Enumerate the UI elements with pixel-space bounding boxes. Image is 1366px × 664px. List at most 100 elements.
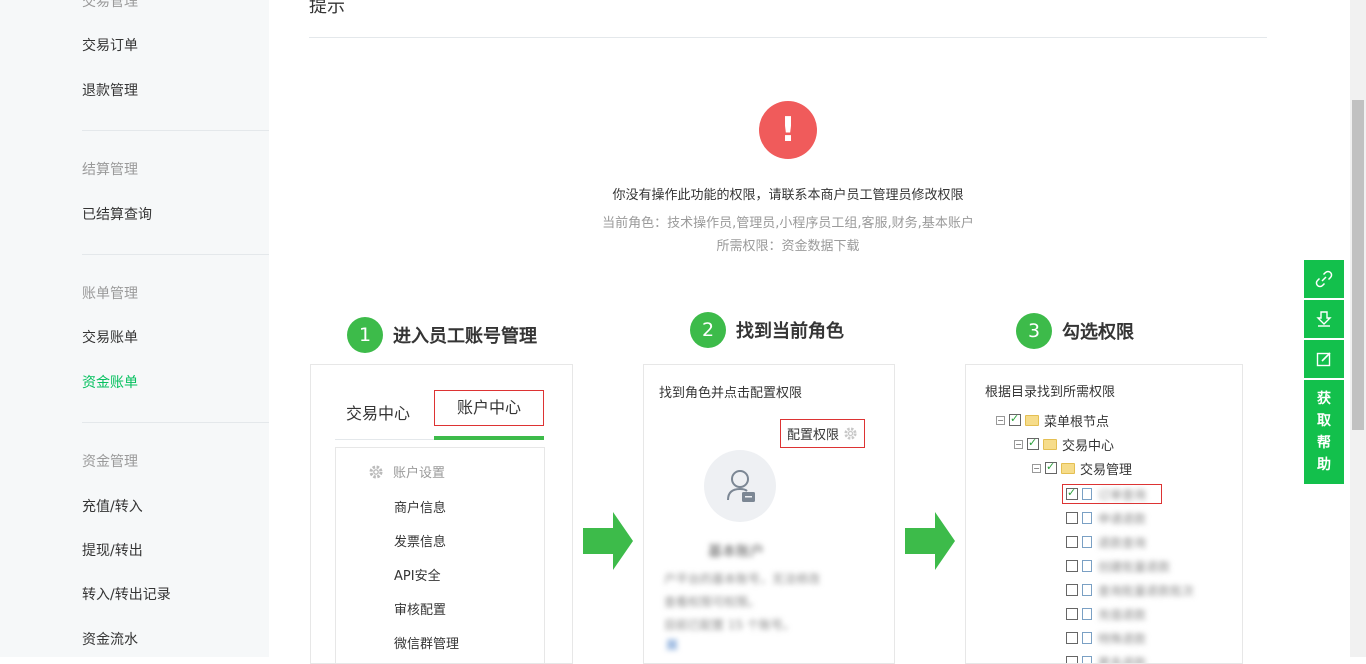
tree-label: 退款查询 [1098,534,1146,551]
arrow-right-icon [583,512,633,570]
current-role: 当前角色：技术操作员,管理员,小程序员工组,客服,财务,基本账户 [488,212,1088,231]
tree-label: 查询批量退款批次 [1098,582,1194,599]
checkbox [1066,608,1078,620]
config-permission-button: 配置权限 [780,419,865,448]
checkbox-checked [1066,488,1078,500]
collapse-icon: − [996,416,1005,425]
menu-item: 发票信息 [394,531,446,550]
sidebar-item-refund[interactable]: 退款管理 [82,81,138,101]
sidebar-item-fund-bill[interactable]: 资金账单 [82,373,138,393]
download-icon [1315,310,1333,328]
sidebar: 交易管理 交易订单 退款管理 结算管理 已结算查询 账单管理 交易账单 资金账单… [0,0,269,657]
warning-icon: ! [759,101,817,159]
sidebar-group-title: 结算管理 [82,160,138,180]
sidebar-group-trade: 交易管理 [82,0,269,12]
checkbox [1066,656,1078,664]
tree-leaf: 更多退款 [1066,652,1146,664]
sidebar-divider [82,130,269,131]
sidebar-item-recharge[interactable]: 充值/转入 [82,497,143,517]
edit-icon [1315,350,1333,368]
tree-label: 创建批量退款 [1098,558,1170,575]
tree-leaf: 订单查询 [1066,484,1146,504]
gear-icon [368,464,384,480]
user-icon [704,450,776,522]
sidebar-item-fund-flow[interactable]: 资金流水 [82,630,138,650]
tree-label: 菜单根节点 [1044,411,1109,430]
sidebar-divider [82,254,269,255]
tree-label: 充值退款 [1098,606,1146,623]
tree-level2: − 交易管理 [1032,458,1132,478]
tree-label: 交易管理 [1080,459,1132,478]
gear-icon [843,426,858,441]
tree-leaf: 退款查询 [1066,532,1146,552]
file-icon [1082,488,1092,500]
link-icon [1315,270,1333,288]
step-title: 找到当前角色 [736,317,844,343]
step-1-panel: 交易中心 账户中心 账户设置 商户信息 发票信息 API安全 审核配置 微信群管… [310,364,573,664]
step-number: 1 [347,317,383,353]
sidebar-item-settled[interactable]: 已结算查询 [82,205,152,225]
step-title: 勾选权限 [1062,318,1134,344]
sidebar-item-withdraw[interactable]: 提现/转出 [82,541,143,561]
step-3-hint: 根据目录找到所需权限 [985,381,1115,400]
download-button[interactable] [1304,300,1344,338]
tree-leaf: 特殊退款 [1066,628,1146,648]
step-3-panel: 根据目录找到所需权限 − 菜单根节点 − 交易中心 − 交易管理 订单查询 申请… [965,364,1243,664]
folder-icon [1025,415,1039,426]
sidebar-item-trade-orders[interactable]: 交易订单 [82,36,138,56]
avatar [704,450,776,522]
role-desc-line: 目前已配置 15 个账号。 [664,616,795,633]
tree-root: − 菜单根节点 [996,410,1109,430]
step-1-header: 1 进入员工账号管理 [347,317,537,353]
role-desc-line: 查看权限可权限。 [664,593,760,610]
config-permission-label: 配置权限 [787,424,839,443]
floating-toolbar: 获 取 帮 助 [1304,260,1344,486]
folder-icon [1061,463,1075,474]
link-button[interactable] [1304,260,1344,298]
sidebar-group-title: 资金管理 [82,452,138,472]
help-char: 获 [1317,388,1331,410]
step-number: 2 [690,312,726,348]
tree-label: 订单查询 [1098,486,1146,503]
role-name: 基本账户 [708,541,764,561]
file-icon [1082,632,1092,644]
sidebar-group-title: 账单管理 [82,284,138,304]
edit-button[interactable] [1304,340,1344,378]
checkbox [1066,536,1078,548]
tree-leaf: 充值退款 [1066,604,1146,624]
checkbox-checked [1009,414,1021,426]
checkbox [1066,632,1078,644]
file-icon [1082,560,1092,572]
checkbox [1066,584,1078,596]
checkbox [1066,512,1078,524]
step-2-header: 2 找到当前角色 [690,312,844,348]
help-char: 助 [1317,454,1331,476]
menu-item: 微信群管理 [394,633,459,652]
menu-item: API安全 [394,565,441,584]
step-2-hint: 找到角色并点击配置权限 [659,382,802,401]
step-3-header: 3 勾选权限 [1016,313,1134,349]
sidebar-item-transfer-records[interactable]: 转入/转出记录 [82,585,171,605]
step-number: 3 [1016,313,1052,349]
collapse-icon: − [1014,440,1023,449]
tab-account-center: 账户中心 [435,391,543,425]
get-help-button[interactable]: 获 取 帮 助 [1304,380,1344,484]
file-icon [1082,608,1092,620]
required-permission: 所需权限：资金数据下载 [488,235,1088,254]
collapse-icon: − [1032,464,1041,473]
account-center-highlight: 账户中心 [434,390,544,426]
permission-message: 你没有操作此功能的权限，请联系本商户员工管理员修改权限 [488,184,1088,203]
file-icon [1082,536,1092,548]
checkbox-checked [1045,462,1057,474]
tree-leaf: 创建批量退款 [1066,556,1170,576]
role-desc-line: 户平台的基本账号，无法修改 [664,570,820,587]
tree-label: 申请退款 [1098,510,1146,527]
scrollbar-thumb[interactable] [1352,100,1364,430]
folder-icon [1043,439,1057,450]
menu-header-label: 账户设置 [393,462,445,481]
help-char: 帮 [1317,432,1331,454]
sidebar-item-trade-bill[interactable]: 交易账单 [82,328,138,348]
page-title: 提示 [309,0,345,18]
role-desc-link: 展 [666,636,678,653]
tree-level1: − 交易中心 [1014,434,1114,454]
